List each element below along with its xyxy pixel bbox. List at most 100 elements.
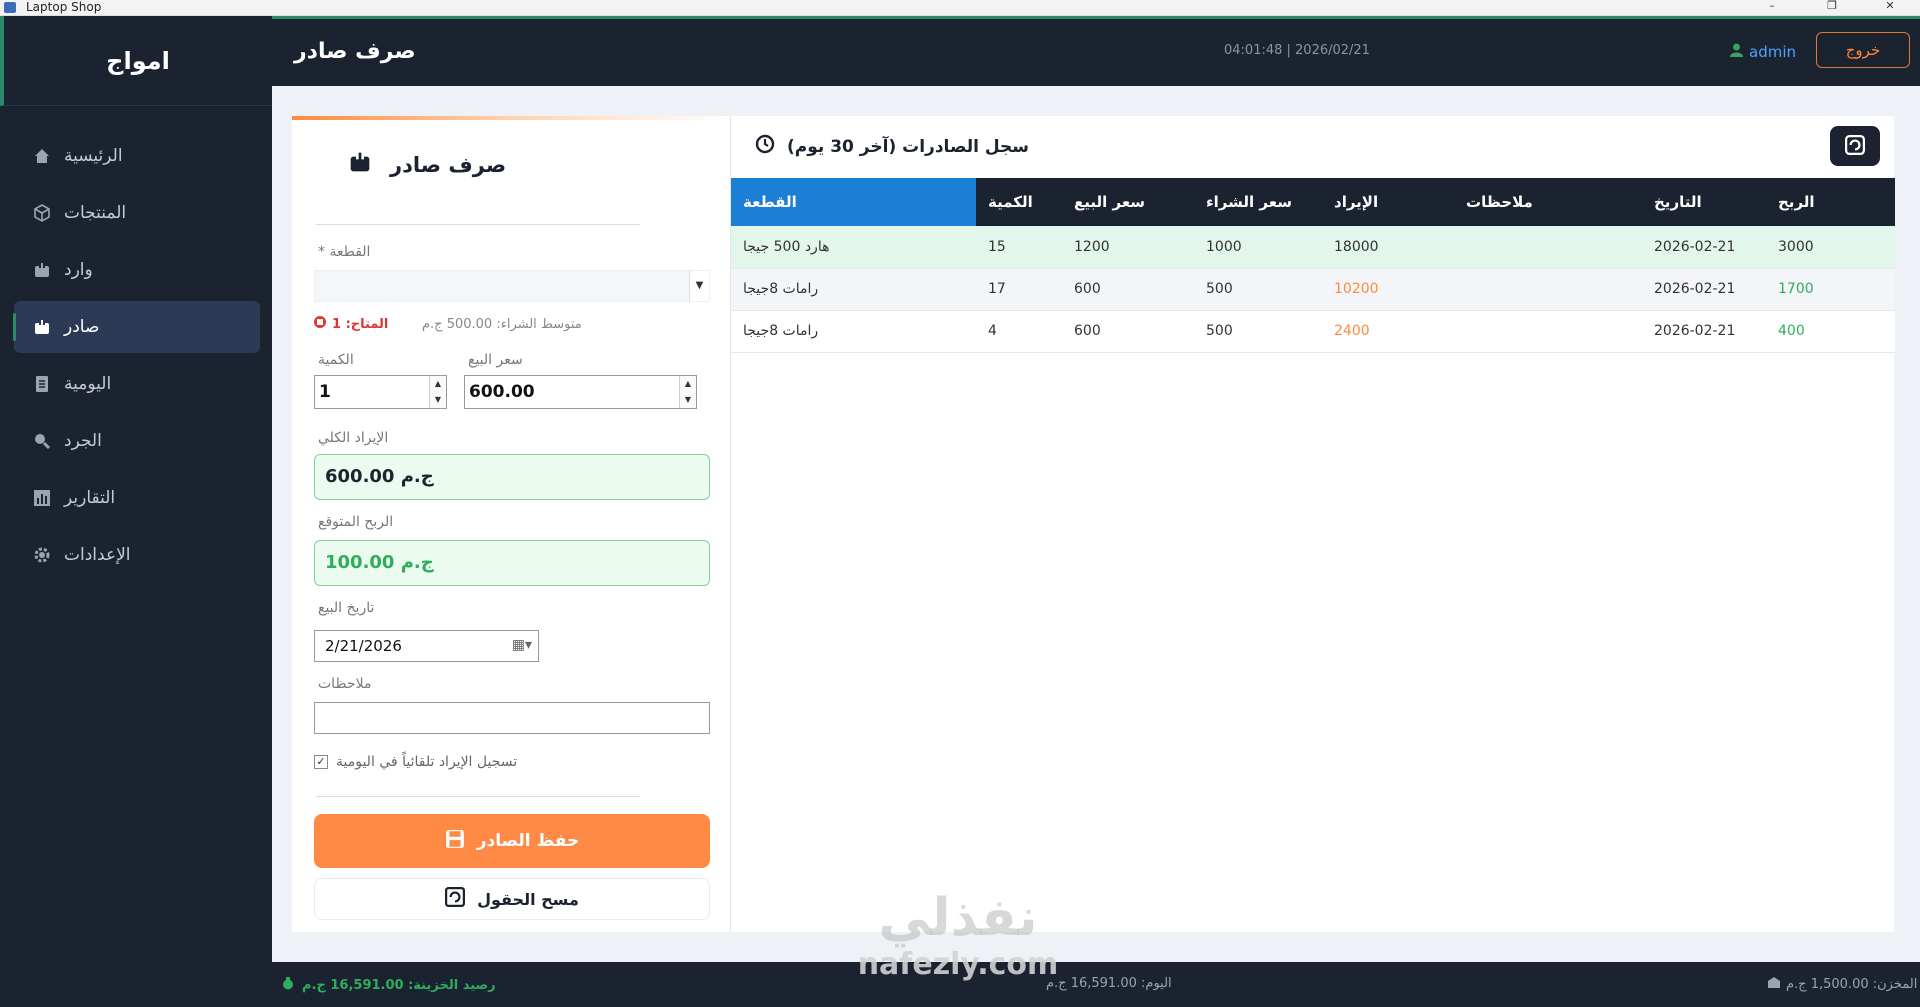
sale-price-value: 600.00 bbox=[469, 382, 535, 402]
stepper-arrows-icon[interactable]: ▲ ▼ bbox=[429, 376, 446, 408]
outgoing-form-card: صرف صادر * القطعة ▼ المتاح: 1 متوسط الشر… bbox=[292, 116, 730, 932]
cell-item: رامات 8جيجا bbox=[731, 310, 976, 353]
item-label: * القطعة bbox=[318, 244, 371, 260]
cell-buy-price: 1000 bbox=[1194, 226, 1322, 269]
table-row[interactable]: رامات 8جيجا 17 600 500 10200 2026-02-21 … bbox=[731, 268, 1895, 311]
outgoing-history-card: سجل الصادرات (آخر 30 يوم) القطعة الكمية … bbox=[730, 116, 1895, 932]
column-header-date[interactable]: التاريخ bbox=[1642, 178, 1766, 226]
box-icon bbox=[314, 316, 326, 332]
home-icon bbox=[32, 146, 52, 166]
cell-qty: 15 bbox=[976, 226, 1062, 269]
history-title: سجل الصادرات (آخر 30 يوم) bbox=[755, 134, 1029, 159]
treasury-balance: رصيد الخزينة: 16,591.00 ج.م bbox=[282, 976, 496, 994]
column-header-item[interactable]: القطعة bbox=[731, 178, 976, 226]
search-icon bbox=[32, 431, 52, 451]
sidebar-item-outgoing[interactable]: صادر bbox=[13, 301, 260, 353]
auto-journal-label: تسجيل الإيراد تلقائياً في اليومية bbox=[336, 754, 518, 770]
column-header-sale-price[interactable]: سعر البيع bbox=[1062, 178, 1194, 226]
brand-name: امواج bbox=[106, 46, 170, 75]
notes-input[interactable] bbox=[314, 702, 710, 734]
cell-revenue: 10200 bbox=[1322, 268, 1454, 311]
cell-item: هارد 500 جيجا bbox=[731, 226, 976, 269]
close-button[interactable]: ✕ bbox=[1880, 0, 1900, 12]
auto-journal-checkbox[interactable]: ✓ تسجيل الإيراد تلقائياً في اليومية bbox=[314, 754, 517, 770]
cell-date: 2026-02-21 bbox=[1642, 310, 1766, 353]
sidebar-item-label: صادر bbox=[64, 317, 100, 337]
clear-button-label: مسح الحقول bbox=[477, 889, 579, 909]
total-revenue-field: 600.00 ج.م bbox=[314, 454, 710, 500]
user-icon bbox=[1730, 43, 1743, 61]
stepper-arrows-icon[interactable]: ▲ ▼ bbox=[679, 376, 696, 408]
main-content: صرف صادر * القطعة ▼ المتاح: 1 متوسط الشر… bbox=[272, 86, 1920, 962]
column-header-notes[interactable]: ملاحظات bbox=[1454, 178, 1642, 226]
table-row[interactable]: رامات 8جيجا 4 600 500 2400 2026-02-21 40… bbox=[731, 310, 1895, 353]
sale-date-label: تاريخ البيع bbox=[318, 600, 375, 616]
inbox-icon bbox=[32, 260, 52, 280]
sale-price-stepper[interactable]: 600.00 ▲ ▼ bbox=[464, 375, 697, 409]
brand: امواج bbox=[0, 16, 272, 106]
sidebar-item-products[interactable]: المنتجات bbox=[14, 187, 260, 239]
clear-icon bbox=[445, 887, 466, 911]
checkbox-check-icon[interactable]: ✓ bbox=[314, 755, 328, 769]
sale-date-value: 2/21/2026 bbox=[325, 637, 402, 655]
quantity-stepper[interactable]: 1 ▲ ▼ bbox=[314, 375, 447, 409]
clock-icon bbox=[755, 134, 775, 159]
minimize-button[interactable]: – bbox=[1762, 0, 1782, 12]
quantity-value: 1 bbox=[319, 382, 331, 402]
cell-buy-price: 500 bbox=[1194, 268, 1322, 311]
sidebar-item-label: التقارير bbox=[64, 488, 116, 508]
cell-date: 2026-02-21 bbox=[1642, 268, 1766, 311]
save-outgoing-button[interactable]: حفظ الصادر bbox=[314, 814, 710, 868]
watermark-arabic: نفذلي bbox=[878, 888, 1038, 948]
available-text: المتاح: 1 bbox=[332, 316, 389, 332]
column-header-revenue[interactable]: الإيراد bbox=[1322, 178, 1454, 226]
history-table: القطعة الكمية سعر البيع سعر الشراء الإير… bbox=[731, 178, 1895, 353]
table-row[interactable]: هارد 500 جيجا 15 1200 1000 18000 2026-02… bbox=[731, 226, 1895, 269]
sidebar-item-reports[interactable]: التقارير bbox=[14, 472, 260, 524]
sidebar-item-journal[interactable]: اليومية bbox=[14, 358, 260, 410]
cell-item: رامات 8جيجا bbox=[731, 268, 976, 311]
sale-date-picker[interactable]: 2/21/2026 ▦▾ bbox=[314, 630, 539, 662]
save-icon bbox=[445, 829, 465, 854]
cell-date: 2026-02-21 bbox=[1642, 226, 1766, 269]
column-header-buy-price[interactable]: سعر الشراء bbox=[1194, 178, 1322, 226]
cell-revenue: 18000 bbox=[1322, 226, 1454, 269]
chevron-down-icon[interactable]: ▼ bbox=[689, 271, 709, 301]
sidebar-item-settings[interactable]: الإعدادات bbox=[14, 529, 260, 581]
column-header-qty[interactable]: الكمية bbox=[976, 178, 1062, 226]
window-titlebar: Laptop Shop – ❐ ✕ bbox=[0, 0, 1920, 16]
clear-fields-button[interactable]: مسح الحقول bbox=[314, 878, 710, 920]
journal-icon bbox=[32, 374, 52, 394]
refresh-button[interactable] bbox=[1830, 126, 1880, 166]
window-title: Laptop Shop bbox=[26, 0, 102, 14]
save-button-label: حفظ الصادر bbox=[476, 831, 580, 851]
notes-label: ملاحظات bbox=[318, 676, 372, 692]
sidebar-item-incoming[interactable]: وارد bbox=[14, 244, 260, 296]
outbox-icon bbox=[32, 317, 52, 337]
calendar-icon[interactable]: ▦▾ bbox=[512, 637, 532, 653]
warehouse-icon bbox=[1768, 976, 1780, 992]
sidebar-item-home[interactable]: الرئيسية bbox=[14, 130, 260, 182]
cell-profit: 1700 bbox=[1766, 268, 1895, 311]
money-bag-icon bbox=[282, 976, 294, 994]
quantity-label: الكمية bbox=[318, 352, 354, 368]
column-header-profit[interactable]: الربح bbox=[1766, 178, 1895, 226]
logout-button[interactable]: خروج bbox=[1816, 32, 1910, 68]
gear-icon bbox=[32, 545, 52, 565]
expected-profit-label: الربح المتوقع bbox=[318, 514, 394, 530]
table-header-row: القطعة الكمية سعر البيع سعر الشراء الإير… bbox=[731, 178, 1895, 226]
sidebar-nav: الرئيسية المنتجات وارد صادر اليومية الجر… bbox=[0, 130, 272, 581]
app-icon bbox=[4, 2, 16, 13]
maximize-button[interactable]: ❐ bbox=[1822, 0, 1842, 12]
history-title-text: سجل الصادرات (آخر 30 يوم) bbox=[787, 136, 1029, 157]
divider bbox=[316, 224, 640, 225]
sidebar-item-inventory[interactable]: الجرد bbox=[14, 415, 260, 467]
cell-qty: 4 bbox=[976, 310, 1062, 353]
sidebar-item-label: الجرد bbox=[64, 431, 102, 451]
watermark: نفذلي nafezly.com bbox=[848, 888, 1068, 982]
item-select[interactable]: ▼ bbox=[314, 270, 710, 302]
page-title: صرف صادر bbox=[294, 39, 416, 64]
divider bbox=[316, 796, 640, 797]
stock-value: المخزن: 1,500.00 ج.م bbox=[1768, 976, 1917, 992]
datetime-display: 04:01:48 | 2026/02/21 bbox=[1224, 43, 1370, 58]
